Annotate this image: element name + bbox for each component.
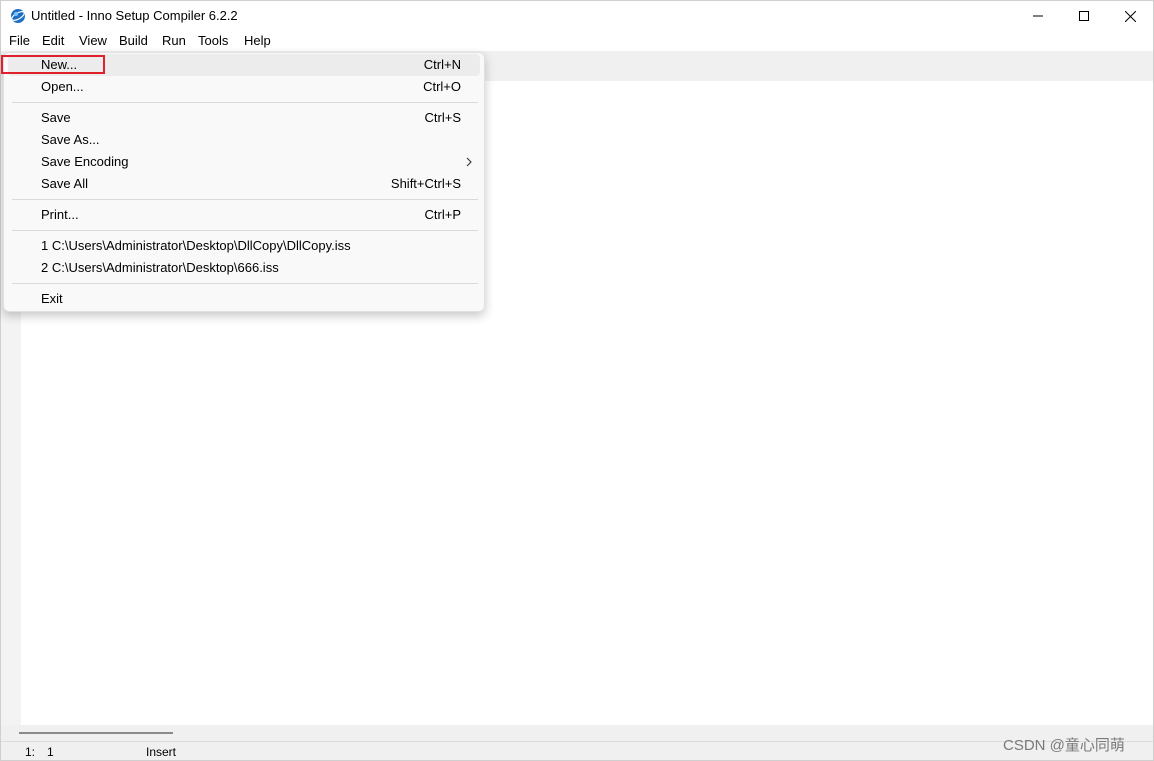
menu-item-label: Save bbox=[41, 110, 71, 125]
horizontal-scrollbar[interactable] bbox=[1, 725, 1153, 741]
menu-build[interactable]: Build bbox=[119, 33, 148, 48]
status-mode: Insert bbox=[146, 745, 177, 759]
title-bar[interactable]: Untitled - Inno Setup Compiler 6.2.2 bbox=[1, 1, 1153, 31]
menu-item-label: 2 C:\Users\Administrator\Desktop\666.iss bbox=[41, 260, 279, 275]
status-bar: 1: 1 Insert bbox=[1, 741, 1153, 760]
menu-run[interactable]: Run bbox=[162, 33, 186, 48]
status-line: 1: bbox=[25, 745, 36, 759]
menu-item-shortcut: Ctrl+O bbox=[423, 79, 461, 94]
window-title: Untitled - Inno Setup Compiler 6.2.2 bbox=[31, 8, 238, 23]
menu-item-exit[interactable]: Exit bbox=[8, 288, 480, 310]
menu-item-label: Exit bbox=[41, 291, 63, 306]
chevron-right-icon bbox=[466, 157, 472, 167]
menu-item-save-as[interactable]: Save As... bbox=[8, 129, 480, 151]
menu-file[interactable]: File bbox=[9, 33, 30, 48]
menu-separator bbox=[12, 102, 478, 103]
menu-help[interactable]: Help bbox=[244, 33, 271, 48]
menu-item-label: Print... bbox=[41, 207, 79, 222]
menu-item-print[interactable]: Print... Ctrl+P bbox=[8, 204, 480, 226]
status-column: 1 bbox=[47, 745, 54, 759]
menu-bar: File Edit View Build Run Tools Help bbox=[1, 31, 1153, 51]
menu-item-open[interactable]: Open... Ctrl+O bbox=[8, 76, 480, 98]
file-menu-dropdown: New... Ctrl+N Open... Ctrl+O Save Ctrl+S… bbox=[3, 52, 485, 312]
app-window: Untitled - Inno Setup Compiler 6.2.2 Fil… bbox=[0, 0, 1154, 761]
scrollbar-thumb[interactable] bbox=[19, 732, 173, 734]
highlight-annotation-box bbox=[1, 55, 105, 74]
maximize-button[interactable] bbox=[1061, 1, 1107, 31]
close-icon bbox=[1124, 10, 1136, 22]
menu-item-shortcut: Ctrl+S bbox=[424, 110, 461, 125]
menu-separator bbox=[12, 283, 478, 284]
menu-edit[interactable]: Edit bbox=[42, 33, 64, 48]
menu-item-label: Save As... bbox=[41, 132, 100, 147]
menu-item-shortcut: Ctrl+N bbox=[423, 57, 461, 72]
menu-item-recent-file-1[interactable]: 1 C:\Users\Administrator\Desktop\DllCopy… bbox=[8, 235, 480, 257]
menu-item-save-encoding[interactable]: Save Encoding bbox=[8, 151, 480, 173]
menu-item-shortcut: Shift+Ctrl+S bbox=[390, 176, 461, 191]
menu-item-shortcut: Ctrl+P bbox=[424, 207, 461, 222]
menu-item-label: Open... bbox=[41, 79, 84, 94]
watermark: CSDN @童心同萌 bbox=[1003, 737, 1125, 754]
maximize-icon bbox=[1079, 11, 1089, 21]
menu-view[interactable]: View bbox=[79, 33, 107, 48]
inno-setup-globe-icon bbox=[11, 9, 25, 23]
close-button[interactable] bbox=[1107, 1, 1153, 31]
menu-item-label: 1 C:\Users\Administrator\Desktop\DllCopy… bbox=[41, 238, 351, 253]
minimize-icon bbox=[1033, 15, 1043, 17]
menu-item-save-all[interactable]: Save All Shift+Ctrl+S bbox=[8, 173, 480, 195]
menu-item-recent-file-2[interactable]: 2 C:\Users\Administrator\Desktop\666.iss bbox=[8, 257, 480, 279]
menu-item-label: Save Encoding bbox=[41, 154, 129, 169]
menu-tools[interactable]: Tools bbox=[198, 33, 228, 48]
menu-separator bbox=[12, 230, 478, 231]
menu-separator bbox=[12, 199, 478, 200]
minimize-button[interactable] bbox=[1015, 1, 1061, 31]
menu-item-label: Save All bbox=[41, 176, 88, 191]
menu-item-save[interactable]: Save Ctrl+S bbox=[8, 107, 480, 129]
